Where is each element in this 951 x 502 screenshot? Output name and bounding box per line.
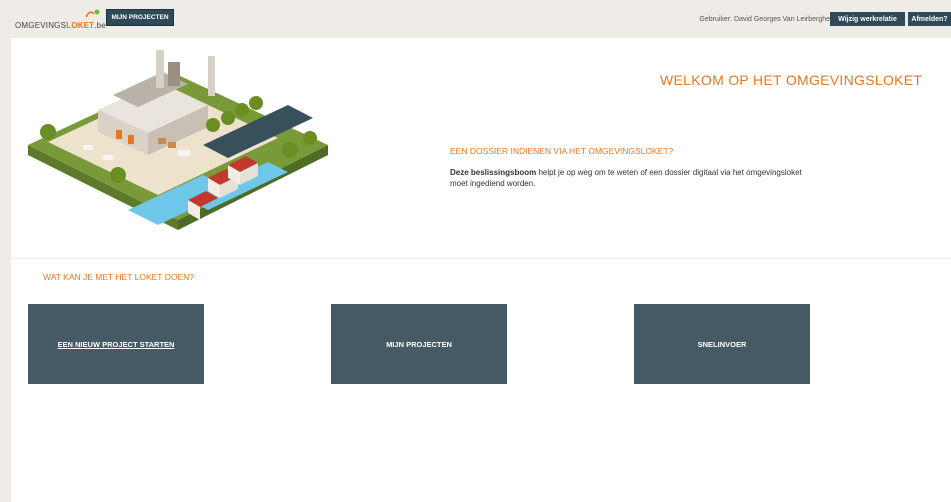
logo-accent: LOKET bbox=[66, 21, 95, 30]
dossier-title: EEN DOSSIER INDIENEN VIA HET OMGEVINGSLO… bbox=[450, 146, 674, 156]
my-projects-tile[interactable]: MIJN PROJECTEN bbox=[331, 304, 507, 384]
logout-button[interactable]: Afmelden? bbox=[908, 12, 951, 26]
new-project-tile[interactable]: EEN NIEUW PROJECT STARTEN bbox=[28, 304, 204, 384]
topbar: OMGEVINGSLOKET.be MIJN PROJECTEN Gebruik… bbox=[0, 0, 951, 38]
logo-mark-icon bbox=[85, 9, 100, 18]
logo-prefix: OMGEVINGS bbox=[15, 21, 67, 30]
actions-section-title: WAT KAN JE MET HET LOKET DOEN? bbox=[43, 272, 194, 282]
user-label: Gebruiker: David Georges Van Leirberghe bbox=[699, 16, 830, 23]
omgevingsloket-logo[interactable]: OMGEVINGSLOKET.be bbox=[15, 9, 106, 30]
change-relation-button[interactable]: Wijzig werkrelatie bbox=[830, 12, 905, 26]
quick-entry-label: SNELINVOER bbox=[697, 339, 747, 349]
my-projects-label: MIJN PROJECTEN bbox=[386, 339, 452, 349]
section-divider bbox=[11, 258, 951, 259]
decision-tree-link[interactable]: Deze beslissingsboom bbox=[450, 168, 536, 177]
welcome-title: WELKOM OP HET OMGEVINGSLOKET bbox=[660, 72, 923, 88]
my-projects-nav-button[interactable]: MIJN PROJECTEN bbox=[106, 9, 174, 26]
logo-suffix: .be bbox=[94, 21, 106, 30]
left-rail bbox=[0, 0, 11, 502]
dossier-description: Deze beslissingsboom helpt je op weg om … bbox=[450, 167, 820, 189]
new-project-label: EEN NIEUW PROJECT STARTEN bbox=[57, 339, 175, 349]
industrial-landscape-illustration bbox=[28, 50, 328, 230]
quick-entry-tile[interactable]: SNELINVOER bbox=[634, 304, 810, 384]
